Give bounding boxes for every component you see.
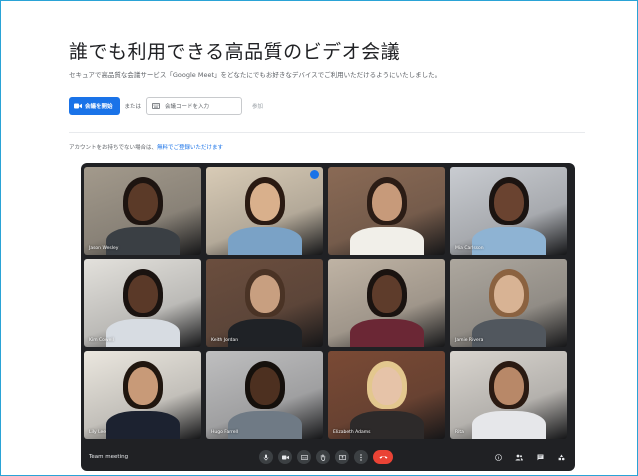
participant-name: Mia Carlsson xyxy=(455,246,484,251)
meeting-actions: 会議を開始 または 会議コードを入力 参加 xyxy=(69,97,263,115)
new-meeting-button[interactable]: 会議を開始 xyxy=(69,97,120,115)
page-title: 誰でも利用できる高品質のビデオ会議 xyxy=(69,41,401,63)
participant-body xyxy=(471,411,546,439)
participant-body xyxy=(227,319,302,347)
participant-tile[interactable]: Rita xyxy=(450,351,567,439)
end-call-icon xyxy=(379,456,387,459)
participant-tile[interactable]: Jason Wesley xyxy=(84,167,201,255)
participant-tile[interactable]: Keith Jordan xyxy=(206,259,323,347)
participant-name: Jason Wesley xyxy=(89,246,119,251)
more-icon xyxy=(360,453,362,461)
activities-button[interactable] xyxy=(555,451,567,463)
participant-body xyxy=(349,319,424,347)
participant-body xyxy=(349,227,424,255)
participant-body xyxy=(227,227,302,255)
divider xyxy=(69,132,585,133)
video-icon xyxy=(74,103,82,109)
participant-face xyxy=(371,275,402,313)
participant-tile[interactable] xyxy=(328,259,445,347)
participant-tile[interactable] xyxy=(328,167,445,255)
mic-button[interactable] xyxy=(259,450,273,464)
page-frame: 誰でも利用できる高品質のビデオ会議 セキュアで高品質な会議サービス「Google… xyxy=(0,0,638,476)
participant-tile[interactable] xyxy=(206,167,323,255)
signup-link[interactable]: 無料でご登録いただけます xyxy=(157,145,223,151)
participant-face xyxy=(371,183,402,221)
chat-button[interactable] xyxy=(534,451,546,463)
participant-tile[interactable]: Mia Carlsson xyxy=(450,167,567,255)
participant-face xyxy=(249,183,280,221)
meeting-name: Team meeting xyxy=(89,454,129,460)
call-controls-bar: Team meeting xyxy=(81,445,575,471)
participant-name: Jamie Rivera xyxy=(455,338,484,343)
info-icon xyxy=(494,453,502,461)
people-icon xyxy=(515,454,523,460)
participant-name: Keith Jordan xyxy=(211,338,239,343)
participant-body xyxy=(105,411,180,439)
account-note: アカウントをお持ちでない場合は、無料でご登録いただけます xyxy=(69,143,223,151)
present-icon xyxy=(338,454,346,460)
raise-hand-icon xyxy=(320,453,326,461)
participant-face xyxy=(493,367,524,405)
participant-tile[interactable]: Lily Lee xyxy=(84,351,201,439)
camera-button[interactable] xyxy=(278,450,292,464)
chat-icon xyxy=(537,454,543,460)
participant-tile[interactable]: Kim Cowell xyxy=(84,259,201,347)
participant-name: Kim Cowell xyxy=(89,338,114,343)
participant-grid: Jason Wesley Mia Carlsson Kim Cowell Keith … xyxy=(84,167,567,439)
or-label: または xyxy=(124,104,142,110)
end-call-button[interactable] xyxy=(373,450,393,464)
captions-button[interactable] xyxy=(297,450,311,464)
page-subtitle: セキュアで高品質な会議サービス「Google Meet」をどなたにでもお好きなデ… xyxy=(69,71,442,79)
account-note-text: アカウントをお持ちでない場合は、 xyxy=(69,145,158,151)
info-button[interactable] xyxy=(492,451,504,463)
meet-preview: Jason Wesley Mia Carlsson Kim Cowell Keith … xyxy=(81,163,575,471)
call-controls xyxy=(259,450,393,464)
raise-hand-button[interactable] xyxy=(316,450,330,464)
participant-face xyxy=(127,367,158,405)
present-button[interactable] xyxy=(335,450,349,464)
participant-face xyxy=(127,275,158,313)
captions-icon xyxy=(300,454,308,460)
participant-body xyxy=(105,319,180,347)
participant-name: Hugo Farrell xyxy=(211,430,238,435)
participant-face xyxy=(249,367,280,405)
more-options-button[interactable] xyxy=(354,450,368,464)
participant-face xyxy=(493,183,524,221)
meeting-code-placeholder: 会議コードを入力 xyxy=(165,104,210,110)
participant-tile[interactable]: Jamie Rivera xyxy=(450,259,567,347)
participant-face xyxy=(127,183,158,221)
participant-tile[interactable]: Elizabeth Adams xyxy=(328,351,445,439)
participant-name: Elizabeth Adams xyxy=(333,430,371,435)
new-meeting-label: 会議を開始 xyxy=(85,104,113,110)
participant-tile[interactable]: Hugo Farrell xyxy=(206,351,323,439)
participant-name: Rita xyxy=(455,430,464,435)
participant-name: Lily Lee xyxy=(89,430,107,435)
participant-face xyxy=(371,367,402,405)
participant-body xyxy=(227,411,302,439)
meeting-code-input[interactable]: 会議コードを入力 xyxy=(146,97,243,115)
side-controls xyxy=(492,451,567,463)
camera-icon xyxy=(281,455,289,459)
participant-face xyxy=(493,275,524,313)
mic-icon xyxy=(263,454,269,460)
activities-icon xyxy=(558,454,564,460)
keyboard-icon xyxy=(152,103,161,109)
join-button[interactable]: 参加 xyxy=(252,102,263,110)
people-button[interactable] xyxy=(513,451,525,463)
participant-face xyxy=(249,275,280,313)
pin-icon[interactable] xyxy=(310,170,319,179)
